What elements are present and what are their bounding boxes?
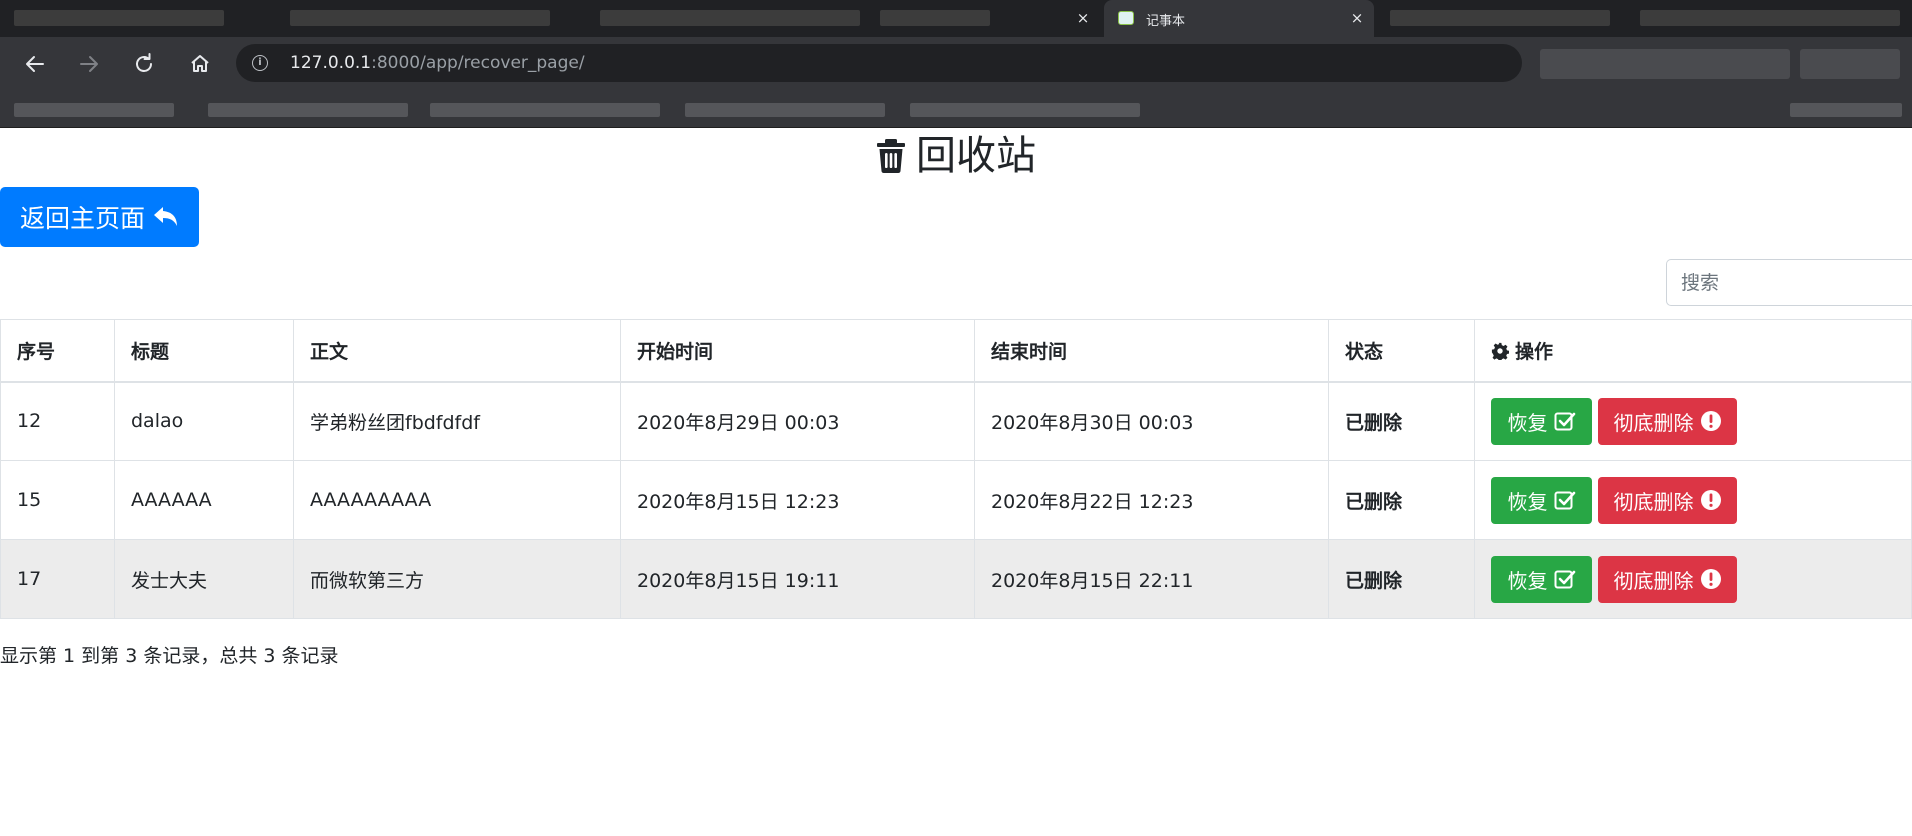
blurred-tab[interactable] <box>1640 10 1900 26</box>
cell-title: AAAAAA <box>114 460 294 540</box>
blurred-tab[interactable] <box>880 10 990 26</box>
permanent-delete-button[interactable]: 彻底删除 <box>1598 476 1737 524</box>
cell-body: AAAAAAAAA <box>293 460 621 540</box>
column-header-status[interactable]: 状态 <box>1328 319 1475 383</box>
exclamation-circle-icon <box>1700 569 1721 589</box>
check-square-icon <box>1554 491 1575 510</box>
cell-start-time: 2020年8月15日 19:11 <box>620 539 975 619</box>
restore-button-label: 恢复 <box>1507 568 1548 593</box>
cell-body: 学弟粉丝团fbdfdfdf <box>293 381 621 461</box>
active-tab[interactable]: 记事本 × <box>1104 0 1374 37</box>
blurred-tab[interactable] <box>290 10 550 26</box>
cell-end-time: 2020年8月15日 22:11 <box>974 539 1329 619</box>
exclamation-circle-icon <box>1700 411 1721 432</box>
permanent-delete-button[interactable]: 彻底删除 <box>1598 555 1737 603</box>
back-to-home-button[interactable]: 返回主页面 <box>0 187 199 247</box>
home-icon[interactable] <box>186 50 214 78</box>
blurred-extension-icons[interactable] <box>1800 49 1900 79</box>
cell-start-time: 2020年8月15日 12:23 <box>620 460 975 540</box>
restore-button[interactable]: 恢复 <box>1491 397 1592 445</box>
blurred-bookmark[interactable] <box>430 103 660 117</box>
column-header-body[interactable]: 正文 <box>293 319 621 383</box>
cell-body: 而微软第三方 <box>293 539 621 619</box>
search-input[interactable] <box>1666 259 1912 306</box>
back-arrow-icon[interactable] <box>21 50 49 78</box>
page-title: 回收站 <box>0 128 1912 184</box>
pagination-info: 显示第 1 到第 3 条记录，总共 3 条记录 <box>0 645 339 667</box>
tab-title: 记事本 <box>1146 14 1186 29</box>
column-header-start-time[interactable]: 开始时间 <box>620 319 975 383</box>
delete-button-label: 彻底删除 <box>1613 489 1694 514</box>
site-info-icon[interactable]: i <box>252 55 268 71</box>
restore-button-label: 恢复 <box>1507 410 1548 435</box>
blurred-tab[interactable] <box>14 10 224 26</box>
notebook-favicon-icon <box>1118 11 1134 25</box>
forward-arrow-icon[interactable] <box>75 50 103 78</box>
bookmarks-bar <box>0 91 1912 128</box>
cell-title: 发士大夫 <box>114 539 294 619</box>
blurred-tab[interactable] <box>1390 10 1610 26</box>
cell-start-time: 2020年8月29日 00:03 <box>620 381 975 461</box>
page-content: 回收站 返回主页面 序号 标题 正文 开始时间 结束时间 状态 <box>0 128 1912 836</box>
restore-button[interactable]: 恢复 <box>1491 476 1592 524</box>
column-header-actions: 操作 <box>1474 319 1912 383</box>
column-header-actions-label: 操作 <box>1515 340 1554 363</box>
column-header-end-time[interactable]: 结束时间 <box>974 319 1329 383</box>
cell-status: 已删除 <box>1328 539 1475 619</box>
reply-icon <box>154 207 177 226</box>
cell-actions: 恢复 彻底删除 <box>1474 539 1912 619</box>
table-row: 17 发士大夫 而微软第三方 2020年8月15日 19:11 2020年8月1… <box>0 539 1912 619</box>
delete-button-label: 彻底删除 <box>1613 410 1694 435</box>
gear-icon <box>1491 342 1509 360</box>
table-row: 12 dalao 学弟粉丝团fbdfdfdf 2020年8月29日 00:03 … <box>0 381 1912 461</box>
cell-actions: 恢复 彻底删除 <box>1474 381 1912 461</box>
restore-button[interactable]: 恢复 <box>1491 555 1592 603</box>
table-header-row: 序号 标题 正文 开始时间 结束时间 状态 操作 <box>0 319 1912 383</box>
cell-id: 12 <box>0 381 115 461</box>
browser-toolbar: i 127.0.0.1:8000/app/recover_page/ <box>0 37 1912 91</box>
blurred-bookmark[interactable] <box>1790 103 1902 117</box>
close-tab-icon[interactable]: × <box>1074 9 1092 27</box>
url-text[interactable]: 127.0.0.1:8000/app/recover_page/ <box>290 53 585 73</box>
blurred-tab[interactable] <box>600 10 860 26</box>
trash-icon <box>877 139 905 173</box>
browser-tab-bar: × 记事本 × <box>0 0 1912 37</box>
cell-actions: 恢复 彻底删除 <box>1474 460 1912 540</box>
blurred-bookmark[interactable] <box>910 103 1140 117</box>
cell-end-time: 2020年8月30日 00:03 <box>974 381 1329 461</box>
back-to-home-label: 返回主页面 <box>19 204 145 233</box>
check-square-icon <box>1554 412 1575 431</box>
restore-button-label: 恢复 <box>1507 489 1548 514</box>
cell-end-time: 2020年8月22日 12:23 <box>974 460 1329 540</box>
permanent-delete-button[interactable]: 彻底删除 <box>1598 397 1737 445</box>
address-bar[interactable]: i 127.0.0.1:8000/app/recover_page/ <box>236 44 1522 82</box>
check-square-icon <box>1554 570 1575 589</box>
blurred-bookmark[interactable] <box>208 103 408 117</box>
table-row: 15 AAAAAA AAAAAAAAA 2020年8月15日 12:23 202… <box>0 460 1912 540</box>
cell-id: 17 <box>0 539 115 619</box>
cell-title: dalao <box>114 381 294 461</box>
reload-icon[interactable] <box>130 50 158 78</box>
delete-button-label: 彻底删除 <box>1613 568 1694 593</box>
blurred-extension-icons[interactable] <box>1540 49 1790 79</box>
cell-status: 已删除 <box>1328 460 1475 540</box>
cell-status: 已删除 <box>1328 381 1475 461</box>
column-header-id[interactable]: 序号 <box>0 319 115 383</box>
cell-id: 15 <box>0 460 115 540</box>
recycle-bin-table: 序号 标题 正文 开始时间 结束时间 状态 操作 12 dalao 学弟粉丝团f… <box>0 319 1912 619</box>
blurred-bookmark[interactable] <box>685 103 885 117</box>
column-header-title[interactable]: 标题 <box>114 319 294 383</box>
exclamation-circle-icon <box>1700 490 1721 510</box>
blurred-bookmark[interactable] <box>14 103 174 117</box>
close-tab-icon[interactable]: × <box>1348 9 1366 27</box>
page-title-text: 回收站 <box>916 133 1036 179</box>
